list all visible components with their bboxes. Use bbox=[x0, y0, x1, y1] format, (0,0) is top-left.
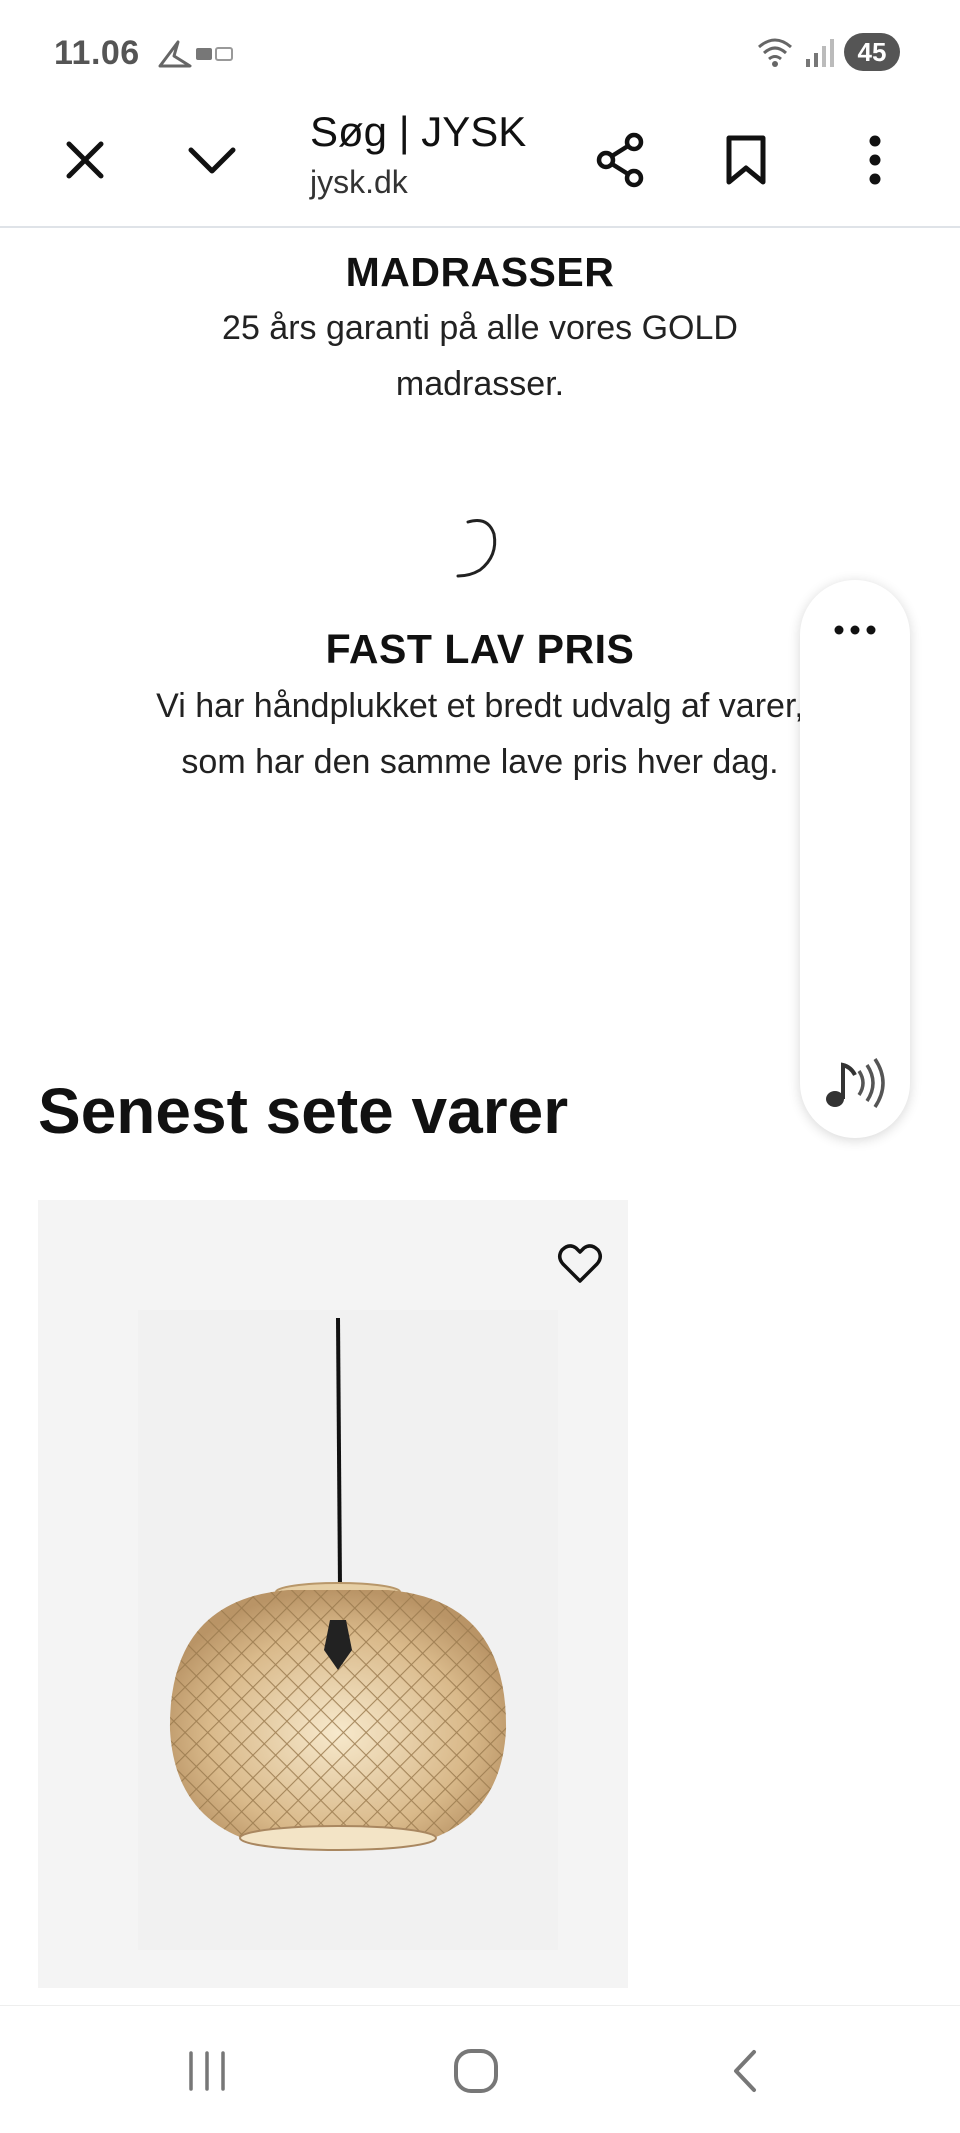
chevron-down-icon bbox=[188, 147, 236, 174]
read-aloud-panel bbox=[800, 580, 910, 1138]
recents-button[interactable] bbox=[162, 2036, 252, 2106]
page-info[interactable]: Søg | JYSK jysk.dk bbox=[310, 104, 570, 204]
recently-viewed-title: Senest sete varer bbox=[38, 1075, 569, 1147]
product-card[interactable] bbox=[38, 1200, 628, 1988]
more-vertical-icon bbox=[869, 135, 881, 185]
battery-badge: 45 bbox=[844, 33, 900, 71]
browser-toolbar: Søg | JYSK jysk.dk bbox=[0, 100, 960, 228]
more-menu-button[interactable] bbox=[835, 120, 915, 200]
bookmark-icon bbox=[726, 135, 766, 185]
close-icon bbox=[66, 141, 104, 179]
bookmark-button[interactable] bbox=[706, 120, 786, 200]
home-button[interactable] bbox=[431, 2036, 521, 2106]
price-usp-text: Vi har håndplukket et bredt udvalg af va… bbox=[156, 687, 804, 781]
heart-icon bbox=[558, 1244, 602, 1283]
mattress-usp-text-1: 25 års garanti på alle vores GOLD bbox=[222, 309, 738, 347]
notification-icons bbox=[158, 40, 233, 68]
status-time: 11.06 bbox=[54, 34, 140, 72]
back-icon bbox=[734, 2050, 756, 2092]
share-button[interactable] bbox=[580, 120, 660, 200]
read-aloud-icon bbox=[826, 1058, 885, 1108]
close-button[interactable] bbox=[45, 120, 125, 200]
home-icon bbox=[454, 2049, 498, 2093]
page-url: jysk.dk bbox=[310, 164, 408, 200]
wifi-icon bbox=[758, 38, 792, 67]
recents-icon bbox=[189, 2051, 225, 2091]
status-bar: 11.06 45 bbox=[0, 0, 960, 100]
favorite-button[interactable] bbox=[552, 1236, 608, 1292]
navigation-bar bbox=[0, 2005, 960, 2133]
more-horizontal-icon bbox=[834, 625, 876, 635]
collapse-button[interactable] bbox=[172, 120, 252, 200]
signal-icon bbox=[806, 39, 834, 67]
back-button[interactable] bbox=[700, 2036, 790, 2106]
panel-more-button[interactable] bbox=[825, 600, 885, 660]
product-image bbox=[169, 1317, 507, 1851]
mattress-usp: MADRASSER 25 års garanti på alle vores G… bbox=[0, 244, 960, 412]
mattress-usp-title: MADRASSER bbox=[345, 249, 615, 295]
mattress-usp-text-2: madrasser. bbox=[395, 365, 565, 403]
price-usp-icon bbox=[456, 519, 497, 578]
browser-page: 11.06 45 Søg | JYSK jysk.dk MADRASSER 25… bbox=[0, 0, 960, 2133]
read-aloud-button[interactable] bbox=[818, 1050, 892, 1116]
share-icon bbox=[596, 132, 644, 188]
page-title: Søg | JYSK bbox=[310, 108, 527, 155]
status-icons: 45 bbox=[756, 30, 900, 74]
